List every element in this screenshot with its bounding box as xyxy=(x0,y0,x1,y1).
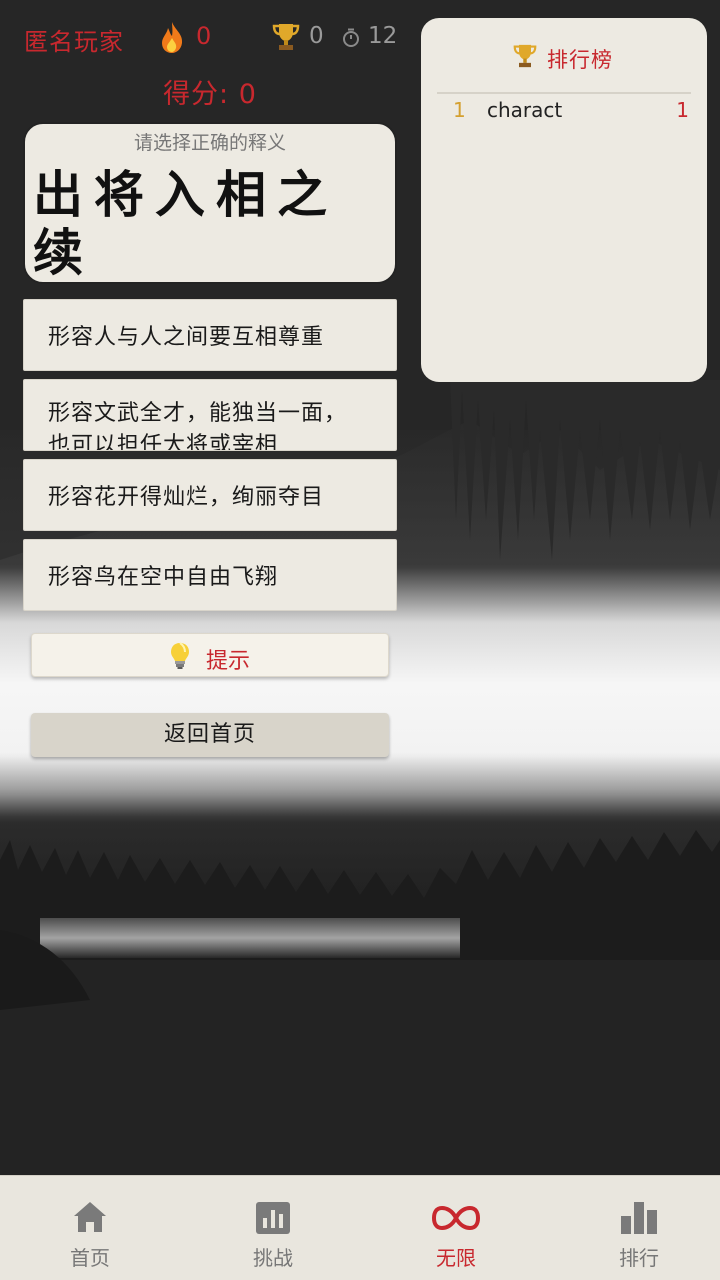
ranking-icon xyxy=(621,1202,657,1234)
nav-item-infinite[interactable]: 无限 xyxy=(366,1176,546,1280)
player-name: 匿名玩家 xyxy=(24,28,124,56)
lightbulb-icon xyxy=(171,642,189,669)
trophy-icon xyxy=(513,44,537,68)
nav-item-home[interactable]: 首页 xyxy=(0,1176,180,1280)
status-bar: 匿名玩家 0 0 12 xyxy=(24,18,404,58)
nav-item-challenge[interactable]: 挑战 xyxy=(183,1176,363,1280)
trophy-icon xyxy=(272,24,300,50)
option-button-4[interactable]: 形容鸟在空中自由飞翔 xyxy=(23,539,397,611)
question-prompt: 请选择正确的释义 xyxy=(133,132,286,154)
hint-label: 提示 xyxy=(206,649,251,674)
option-button-3[interactable]: 形容花开得灿烂，绚丽夺目 xyxy=(23,459,397,531)
option-button-2[interactable]: 形容文武全才，能独当一面，也可以担任大将或宰相 xyxy=(23,379,397,451)
timer-icon xyxy=(343,28,359,47)
leaderboard-panel: 排行榜 1 charact 1 xyxy=(421,18,707,382)
leaderboard-title: 排行榜 xyxy=(547,48,613,72)
option-label: 形容花开得灿烂，绚丽夺目 xyxy=(48,485,325,510)
option-label: 形容文武全才，能独当一面，也可以担任大将或宰相 xyxy=(48,401,348,451)
trophy-count: 0 xyxy=(309,23,324,49)
option-label: 形容鸟在空中自由飞翔 xyxy=(48,565,279,590)
infinity-icon xyxy=(432,1205,480,1231)
nav-label: 无限 xyxy=(436,1246,476,1270)
leaderboard-name: charact xyxy=(487,98,563,122)
question-card: 请选择正确的释义 出将入相之续 xyxy=(23,122,397,284)
score-label: 得分: 0 xyxy=(163,79,257,110)
fire-icon xyxy=(162,22,183,53)
home-icon xyxy=(74,1202,106,1232)
nav-label: 首页 xyxy=(70,1246,110,1270)
leaderboard-rank: 1 xyxy=(453,98,466,122)
option-button-1[interactable]: 形容人与人之间要互相尊重 xyxy=(23,299,397,371)
leaderboard-score: 1 xyxy=(676,98,689,122)
back-home-button[interactable]: 返回首页 xyxy=(31,713,389,757)
nav-item-ranking[interactable]: 排行 xyxy=(549,1176,720,1280)
idiom-text: 出将入相之续 xyxy=(33,166,338,282)
bottom-nav: 首页 挑战 无限 排行 xyxy=(0,1175,720,1280)
nav-label: 挑战 xyxy=(253,1246,293,1270)
nav-label: 排行 xyxy=(619,1246,659,1270)
option-label: 形容人与人之间要互相尊重 xyxy=(48,325,325,350)
chart-icon xyxy=(256,1202,290,1234)
timer-value: 12 xyxy=(368,23,398,49)
leaderboard-header: 排行榜 xyxy=(437,36,691,94)
hint-button[interactable]: 提示 xyxy=(31,633,389,677)
streak-count: 0 xyxy=(196,22,212,50)
leaderboard-row: 1 charact 1 xyxy=(437,94,691,130)
